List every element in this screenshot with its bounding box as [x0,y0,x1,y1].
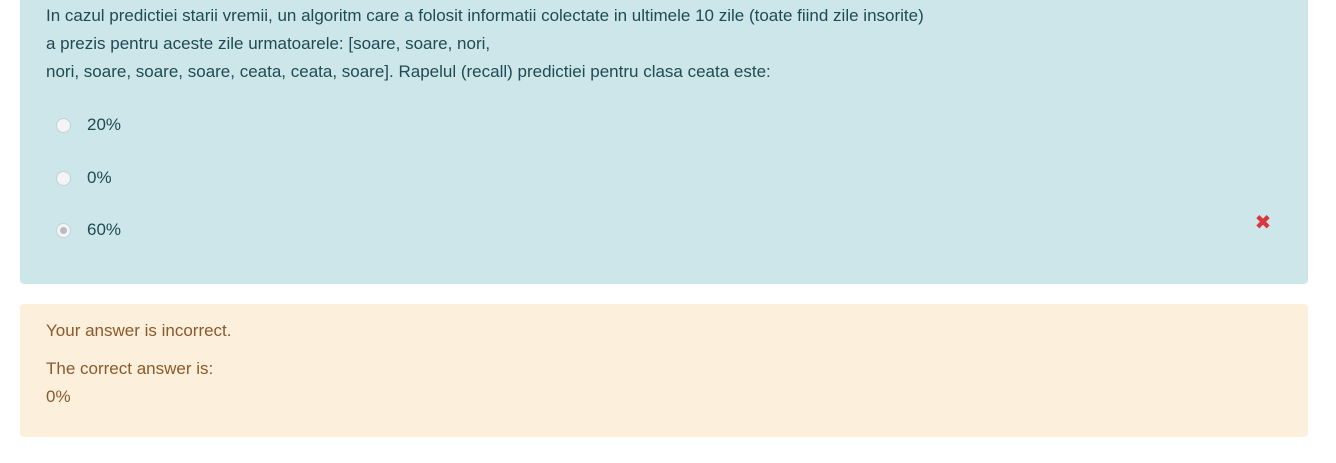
question-text-line: In cazul predictiei starii vremii, un al… [46,6,924,25]
correct-answer-label: The correct answer is: [46,359,214,378]
radio-button-selected[interactable] [56,222,71,238]
answer-option-label: 20% [87,115,122,134]
question-text: In cazul predictiei starii vremii, un al… [46,2,924,86]
feedback-status-text: Your answer is incorrect. [46,321,232,340]
answer-option-label: 60% [87,220,122,239]
correct-answer-value: 0% [46,387,71,406]
answer-option-3[interactable]: 60% [56,218,121,242]
feedback-panel: Your answer is incorrect. The correct an… [20,304,1308,437]
radio-button[interactable] [56,117,71,133]
question-panel: In cazul predictiei starii vremii, un al… [20,0,1308,284]
incorrect-x-icon: ✖ [1254,212,1272,234]
quiz-review-page: In cazul predictiei starii vremii, un al… [0,0,1336,463]
question-text-line: a prezis pentru aceste zile urmatoarele:… [46,34,491,53]
answer-option-1[interactable]: 20% [56,113,121,137]
question-text-line: nori, soare, soare, soare, ceata, ceata,… [46,62,771,81]
radio-button[interactable] [56,170,71,186]
answer-option-label: 0% [87,168,112,187]
answer-option-2[interactable]: 0% [56,166,112,190]
